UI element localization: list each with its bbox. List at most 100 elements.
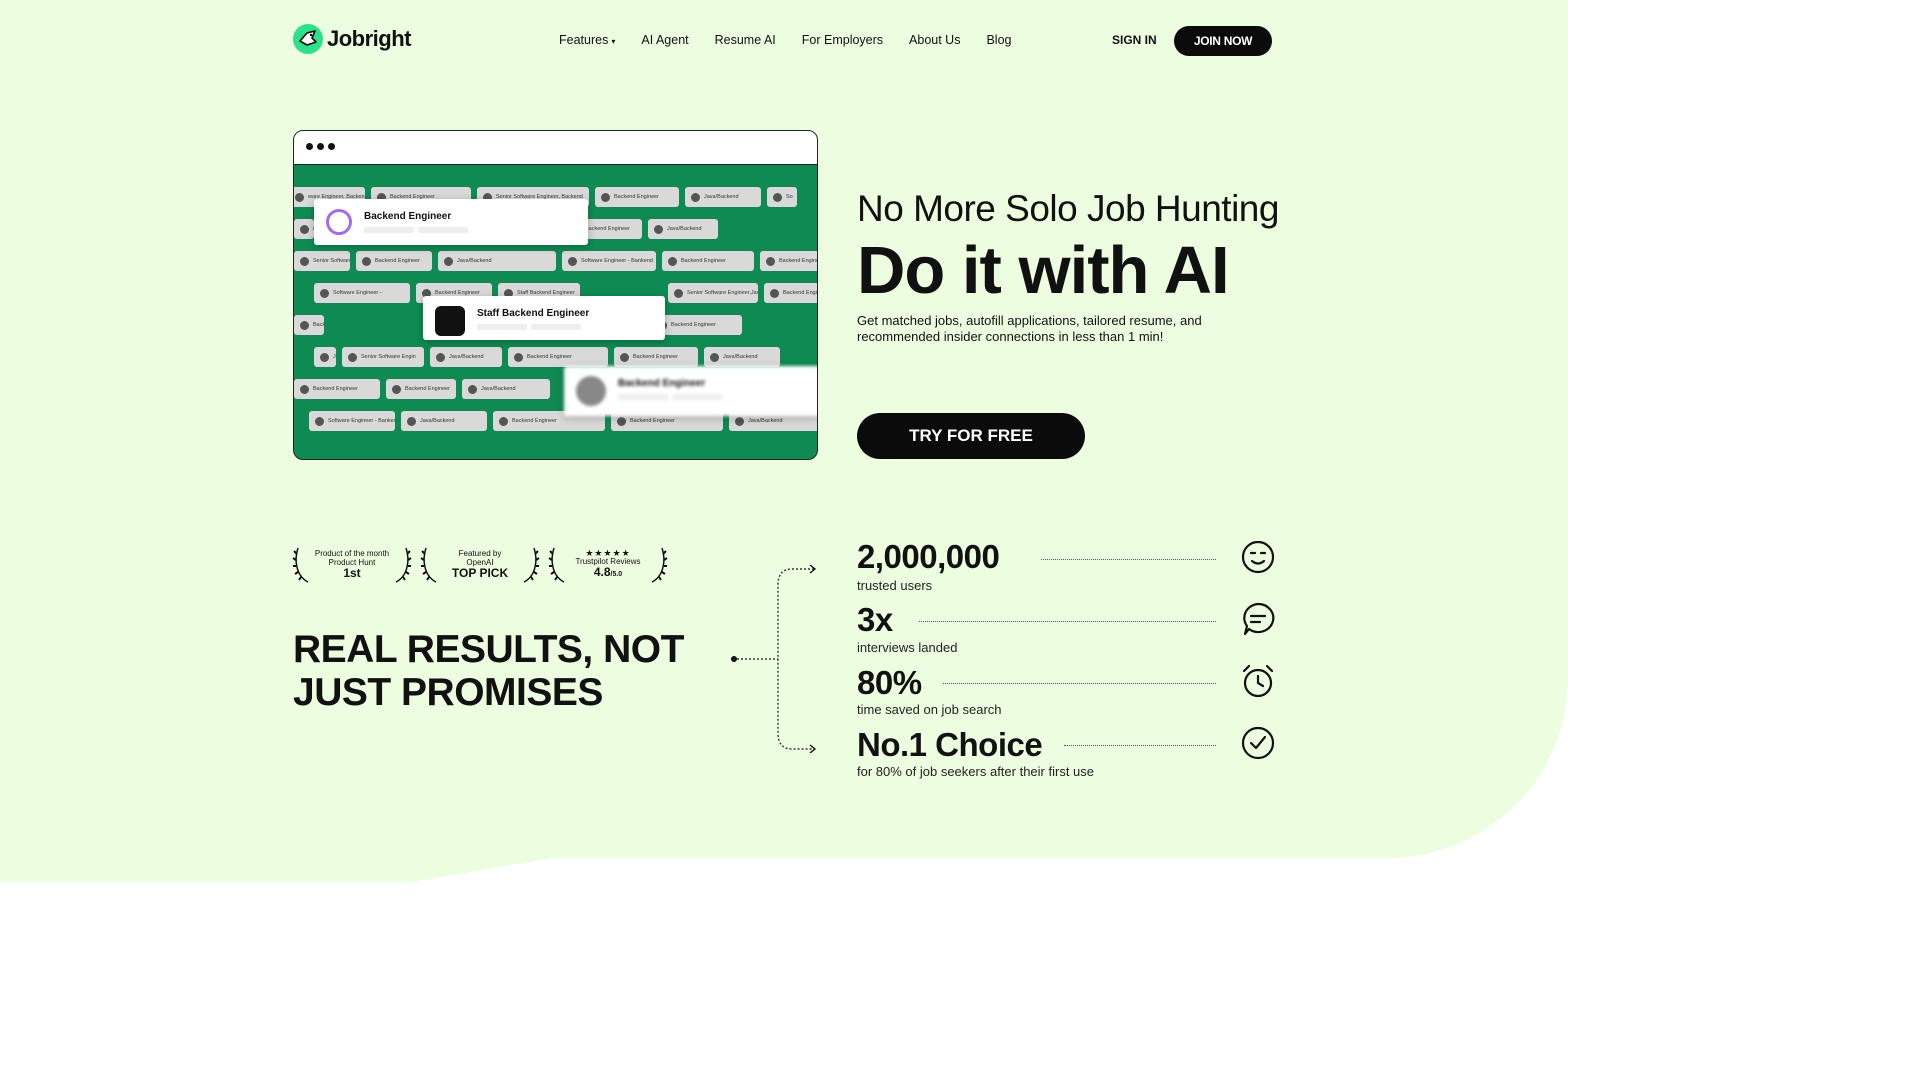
job-card-backend-engineer-blurred: Backend Engineer xyxy=(564,366,817,416)
job-card-backend-engineer: Backend Engineer xyxy=(314,199,588,245)
nav-about-us[interactable]: About Us xyxy=(909,33,960,47)
logo-bird-icon xyxy=(293,24,323,54)
hero-browser-mockup: ware Engineer, Backend Backend Engineer Se… xyxy=(293,130,818,460)
job-card-title: Staff Backend Engineer xyxy=(477,308,590,319)
job-chip: Backend Engineer xyxy=(764,283,817,303)
results-heading: REAL RESULTS, NOT JUST PROMISES xyxy=(293,628,684,714)
job-chip: Software Engineer - Bankend xyxy=(562,251,656,271)
laurel-icon xyxy=(292,547,309,583)
job-chip-label: Java/Backend xyxy=(481,386,516,392)
company-logo-icon xyxy=(362,256,371,266)
job-chip-grid: ware Engineer, Backend Backend Engineer Se… xyxy=(294,165,817,459)
company-logo-icon xyxy=(300,384,309,394)
company-logo-icon xyxy=(435,306,465,336)
company-logo-icon xyxy=(691,192,700,202)
award-big: 4.8/5.0 xyxy=(594,566,622,581)
job-chip-label: Backend Engineer xyxy=(783,290,817,296)
job-chip-label: Software Engineer - Bankend xyxy=(581,258,653,264)
job-chip-label: Java/Backend xyxy=(457,258,492,264)
job-chip: Java/Backend xyxy=(648,219,718,239)
company-logo-icon xyxy=(576,376,606,406)
join-now-button[interactable]: JOIN NOW xyxy=(1174,26,1272,56)
job-chip-label: Software Engineer - xyxy=(333,290,382,296)
page-background-slope xyxy=(412,850,552,882)
stat-value-time-saved: 80% xyxy=(857,664,922,701)
job-chip-label: Senior Software Engineer,Java/Backend xyxy=(687,290,758,296)
job-chip-label: Java/Backend xyxy=(748,418,783,424)
job-chip-label: Backend Engineer xyxy=(779,258,817,264)
job-chip: Backend Engineer xyxy=(294,379,380,399)
stat-value-users: 2,000,000 xyxy=(857,538,1000,575)
job-chip-label: Backend Engineer xyxy=(375,258,420,264)
company-logo-icon xyxy=(436,352,445,362)
company-logo-icon xyxy=(300,224,309,234)
job-chip-label: Backend Engineer xyxy=(527,354,572,360)
main-nav: Features ▾ AI Agent Resume AI For Employe… xyxy=(559,33,1012,47)
stat-label-users: trusted users xyxy=(857,578,933,593)
award-big: TOP PICK xyxy=(451,566,509,580)
award-big: 1st xyxy=(343,566,361,580)
job-chip-label: Backend Engineer xyxy=(671,322,716,328)
job-chip-label: Backend Engineer xyxy=(313,386,358,392)
stat-value-choice: No.1 Choice xyxy=(857,726,1043,763)
company-logo-icon xyxy=(617,416,626,426)
job-chip: Java/Backend xyxy=(438,251,556,271)
company-logo-icon xyxy=(620,352,629,362)
job-chip-label: Java/Backend xyxy=(667,226,702,232)
job-card-title: Backend Engineer xyxy=(364,211,452,222)
company-logo-icon xyxy=(320,288,329,298)
stat-divider xyxy=(1041,559,1216,560)
job-chip-label: Senior Software E xyxy=(313,258,350,264)
page-background-tail xyxy=(0,850,412,882)
job-chip: Backend Engineer xyxy=(662,251,754,271)
awards-row: Product of the month Product Hunt 1st Fe… xyxy=(292,546,668,584)
laurel-icon xyxy=(395,547,412,583)
job-chip-label: Backend Engineer xyxy=(585,226,630,232)
try-for-free-button[interactable]: TRY FOR FREE xyxy=(857,413,1085,459)
job-chip-label: Java/Backend xyxy=(449,354,484,360)
hero-subtitle: No More Solo Job Hunting xyxy=(857,188,1279,229)
award-product-hunt: Product of the month Product Hunt 1st xyxy=(292,546,412,584)
job-chip: Backend Engineer xyxy=(508,347,608,367)
company-logo-icon xyxy=(568,256,577,266)
nav-features[interactable]: Features ▾ xyxy=(559,33,615,47)
job-chip-label: Java/Backend xyxy=(704,194,739,200)
job-chip: Java/Backend xyxy=(430,347,502,367)
job-chip: Backend Engineer xyxy=(614,347,698,367)
job-chip: Senior Software Engineer,Java/Backend xyxy=(668,283,758,303)
award-openai: Featured by OpenAI TOP PICK xyxy=(420,546,540,584)
nav-ai-agent[interactable]: AI Agent xyxy=(641,33,688,47)
laurel-icon xyxy=(523,547,540,583)
job-chip: Java/Backend xyxy=(401,411,487,431)
job-chip-label: Backend Engineer xyxy=(313,322,324,328)
sign-in-link[interactable]: SIGN IN xyxy=(1112,33,1157,47)
nav-for-employers[interactable]: For Employers xyxy=(802,33,883,47)
laurel-icon xyxy=(420,547,437,583)
laurel-icon xyxy=(651,547,668,583)
window-dots-icon xyxy=(306,143,335,150)
job-chip: Java/Backend xyxy=(462,379,550,399)
nav-features-label: Features xyxy=(559,33,609,47)
job-chip: Senior Software Engin xyxy=(342,347,424,367)
nav-resume-ai[interactable]: Resume AI xyxy=(715,33,776,47)
nav-blog[interactable]: Blog xyxy=(986,33,1011,47)
job-chip: Software Engineer - xyxy=(314,283,410,303)
logo[interactable]: Jobright xyxy=(293,24,412,54)
job-chip-label: Java/Backend xyxy=(420,418,455,424)
company-logo-icon xyxy=(392,384,401,394)
company-logo-icon xyxy=(710,352,719,362)
company-logo-icon xyxy=(407,416,416,426)
results-heading-line2: JUST PROMISES xyxy=(293,671,603,714)
stat-divider xyxy=(1064,745,1216,746)
company-logo-icon xyxy=(300,320,309,330)
job-chip: So xyxy=(767,187,797,207)
job-chip-label: Backend Engineer xyxy=(512,418,557,424)
job-chip-label: Java/Backend xyxy=(723,354,758,360)
job-chip-label: Backend Engineer xyxy=(633,354,678,360)
job-chip: Java/Backend xyxy=(314,347,336,367)
job-chip: Java/Backend xyxy=(704,347,780,367)
stat-divider xyxy=(943,683,1216,684)
stats-connector xyxy=(731,565,817,753)
job-chip-label: Backend Engineer xyxy=(405,386,450,392)
company-logo-icon xyxy=(300,256,309,266)
